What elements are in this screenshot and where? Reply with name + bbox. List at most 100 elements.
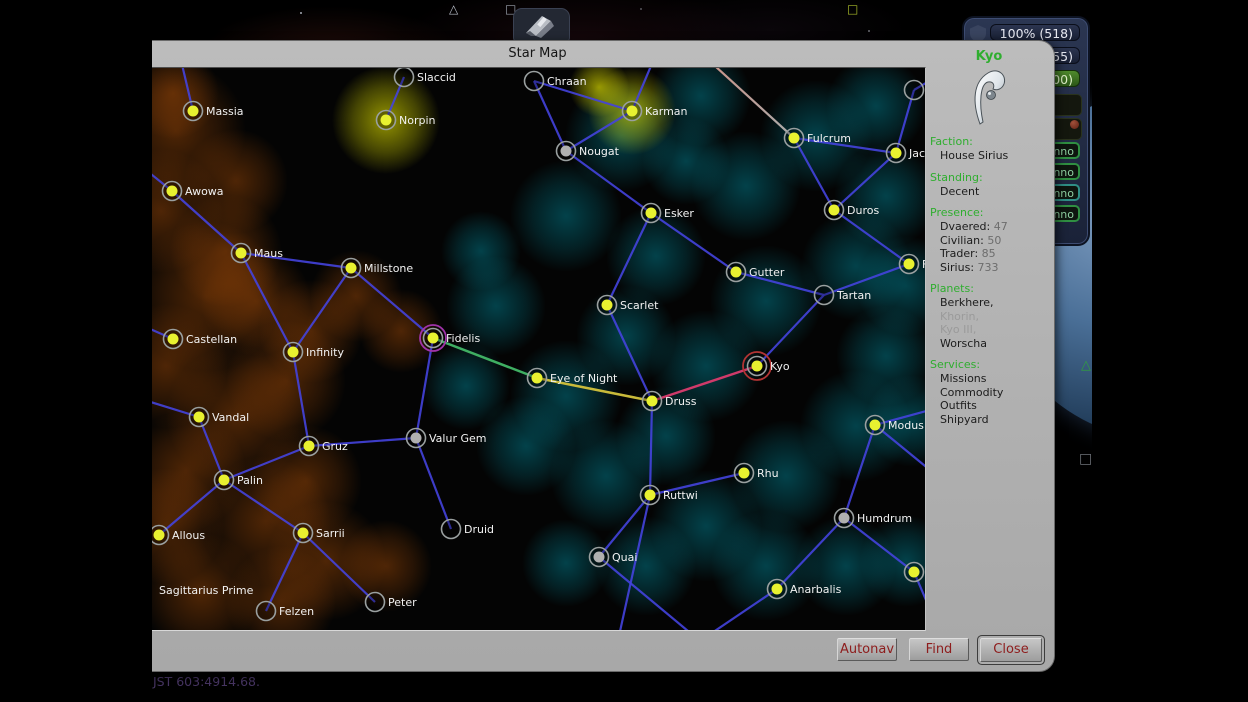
letterbox-left (0, 0, 152, 702)
presence-count: 47 (994, 220, 1008, 233)
system-node-esker[interactable]: Esker (642, 204, 695, 223)
faction-label: Faction: (930, 135, 1048, 148)
system-node-nwc[interactable] (905, 81, 924, 100)
system-node-nougat[interactable]: Nougat (557, 142, 620, 161)
target-ship-thumbnail[interactable] (513, 8, 570, 42)
star-map-window: Star Map MassiaSlaccidNorpinChraanKarman… (146, 40, 1055, 672)
planet-list: Berkhere,Khorin,Kyo III,Worscha (930, 297, 1048, 349)
hud-indicator-dot (1070, 120, 1079, 129)
system-node-castellan[interactable]: Castellan (164, 330, 238, 349)
system-node-valurgem[interactable]: Valur Gem (407, 429, 487, 448)
offscreen-square-icon: □ (1079, 453, 1092, 465)
system-label: Gutter (749, 266, 785, 279)
system-label: Karman (645, 105, 688, 118)
standing-value: Decent (940, 186, 1048, 198)
star-map-area[interactable]: Massia Slaccid Norpin Chraan Karman Nougat Ful… (149, 67, 926, 631)
system-node-anarbalis[interactable]: Anarbalis (768, 580, 842, 599)
system-label: Infinity (306, 346, 344, 359)
system-node-massia[interactable]: Massia (184, 102, 244, 121)
close-button[interactable]: Close (980, 638, 1042, 662)
system-label: Massia (206, 105, 244, 118)
system-label: Rhu (757, 467, 779, 480)
system-label: Sagittarius Prime (159, 584, 254, 597)
system-node-palin[interactable]: Palin (215, 471, 263, 490)
services-label: Services: (930, 358, 1048, 371)
system-node-sey[interactable] (905, 563, 924, 582)
presence-faction: Trader: (940, 247, 978, 260)
presence-row: Civilian: 50 (940, 235, 1048, 247)
system-label: Kyo (770, 360, 790, 373)
service-item: Shipyard (940, 414, 1048, 426)
presence-row: Sirius: 733 (940, 262, 1048, 274)
system-node-tartan[interactable]: Tartan (815, 286, 872, 305)
system-label: Eye of Night (550, 372, 618, 385)
nebula-glow-layer (150, 68, 925, 630)
system-node-felzen[interactable]: Felzen (257, 602, 315, 621)
system-node-fulcrum[interactable]: Fulcrum (785, 129, 852, 148)
service-item: Missions (940, 373, 1048, 385)
system-node-vandal[interactable]: Vandal (190, 408, 250, 427)
waypoint-square-icon: □ (847, 3, 858, 15)
star-map-svg[interactable]: Massia Slaccid Norpin Chraan Karman Nougat Ful… (150, 68, 925, 630)
planet-item: Khorin, (940, 311, 1048, 323)
system-node-sarrii[interactable]: Sarrii (294, 524, 345, 543)
system-node-allous[interactable]: Allous (150, 526, 205, 545)
find-button[interactable]: Find (909, 638, 969, 661)
system-node-peter[interactable]: Peter (366, 593, 418, 612)
system-label: Maus (254, 247, 283, 260)
system-label: Anarbalis (790, 583, 842, 596)
system-label: Millstone (364, 262, 413, 275)
system-node-awowa[interactable]: Awowa (163, 182, 224, 201)
system-node-ruttwi[interactable]: Ruttwi (641, 486, 698, 505)
system-label: Slaccid (417, 71, 456, 84)
system-label: F (922, 258, 925, 271)
system-label: Nougat (579, 145, 620, 158)
presence-faction: Civilian: (940, 234, 984, 247)
faction-value: House Sirius (940, 150, 1048, 162)
shield-bar: 100% (518) (990, 24, 1080, 41)
system-node-norpin[interactable]: Norpin (377, 111, 436, 130)
service-item: Commodity (940, 387, 1048, 399)
system-label: Chraan (547, 75, 587, 88)
system-node-slaccid[interactable]: Slaccid (395, 68, 456, 87)
system-node-gutter[interactable]: Gutter (727, 263, 785, 282)
system-label: Palin (237, 474, 263, 487)
system-node-quai[interactable]: Quai (590, 548, 638, 567)
system-label: Druss (665, 395, 697, 408)
system-node-druss[interactable]: Druss (643, 392, 697, 411)
system-label: Awowa (185, 185, 224, 198)
presence-count: 733 (978, 261, 999, 274)
system-node-druid[interactable]: Druid (442, 520, 495, 539)
planet-item: Worscha (940, 338, 1048, 350)
system-node-duros[interactable]: Duros (825, 201, 880, 220)
system-node-millstone[interactable]: Millstone (342, 259, 414, 278)
system-node-chraan[interactable]: Chraan (525, 72, 587, 91)
system-node-sagprime[interactable]: Sagittarius Prime (159, 584, 254, 597)
system-label: Norpin (399, 114, 436, 127)
system-label: Vandal (212, 411, 249, 424)
system-label: Scarlet (620, 299, 659, 312)
system-label: Ruttwi (663, 489, 698, 502)
system-node-scarlet[interactable]: Scarlet (598, 296, 660, 315)
system-label: Sarrii (316, 527, 345, 540)
presence-faction: Dvaered: (940, 220, 990, 233)
system-node-infinity[interactable]: Infinity (284, 343, 345, 362)
hyperlane (534, 81, 566, 151)
system-node-eyeofnight[interactable]: Eye of Night (528, 369, 619, 388)
presence-count: 85 (982, 247, 996, 260)
system-node-rhu[interactable]: Rhu (735, 464, 779, 483)
planet-item: Kyo III, (940, 324, 1048, 336)
autonav-button[interactable]: Autonav (837, 638, 897, 661)
system-node-modus[interactable]: Modus M (866, 416, 926, 435)
system-label: Felzen (279, 605, 314, 618)
system-label: Humdrum (857, 512, 912, 525)
letterbox-right (1092, 0, 1248, 702)
system-node-gruz[interactable]: Gruz (300, 437, 349, 456)
log-line-2: JST 603:4914.68. (153, 675, 294, 689)
system-node-humdrum[interactable]: Humdrum (835, 509, 913, 528)
system-node-maus[interactable]: Maus (232, 244, 284, 263)
system-node-eastf[interactable]: F (900, 255, 926, 274)
house-sirius-logo-icon (967, 68, 1011, 126)
system-node-karman[interactable]: Karman (623, 102, 688, 121)
system-label: Allous (172, 529, 205, 542)
